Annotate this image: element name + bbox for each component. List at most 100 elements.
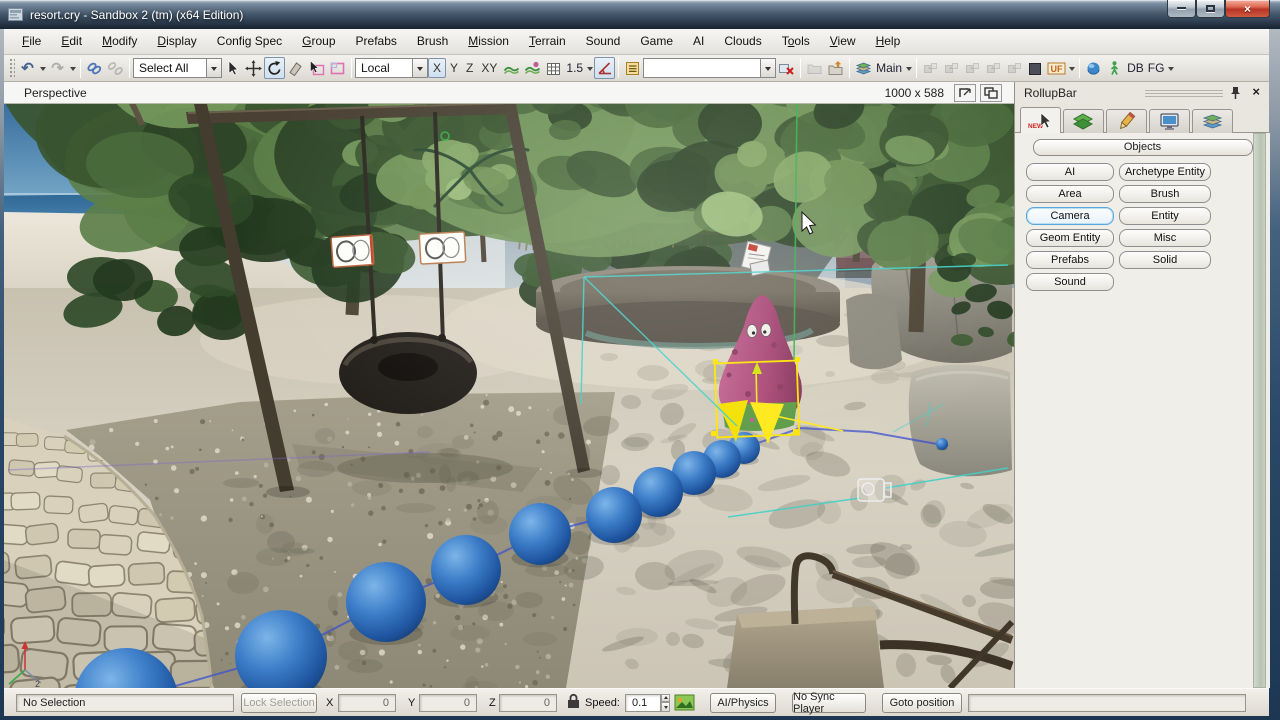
redo-icon[interactable]: ↷ [47, 57, 68, 79]
snap-angle-icon[interactable] [594, 57, 616, 79]
menu-tools[interactable]: Tools [772, 29, 820, 54]
delete-selection-icon[interactable] [776, 57, 797, 79]
tab-display[interactable] [1149, 109, 1190, 133]
menu-config-spec[interactable]: Config Spec [207, 29, 292, 54]
rollup-close-icon[interactable]: × [1252, 85, 1260, 99]
layer-name[interactable]: Main [874, 58, 913, 78]
fg-label[interactable]: FG [1146, 58, 1176, 78]
title-bar[interactable]: resort.cry - Sandbox 2 (tm) (x64 Edition… [0, 0, 1280, 29]
close-button[interactable]: × [1225, 0, 1270, 18]
uf-icon[interactable]: UF [1046, 57, 1067, 79]
viewport-popout-icon[interactable] [954, 84, 976, 102]
ai-person-icon[interactable] [1104, 57, 1125, 79]
group-ungroup-icon[interactable] [1004, 57, 1025, 79]
object-type-geom-entity[interactable]: Geom Entity [1026, 229, 1114, 247]
selection-set-combo[interactable] [643, 58, 777, 78]
rollup-scrollbar[interactable] [1253, 133, 1266, 688]
ai-physics-button[interactable]: AI/Physics [710, 693, 776, 713]
menu-sound[interactable]: Sound [576, 29, 631, 54]
lock-axis-icon[interactable] [566, 692, 581, 714]
object-type-solid[interactable]: Solid [1119, 251, 1211, 269]
grid-size-value[interactable]: 1.5 [564, 58, 594, 78]
group-attach-icon[interactable] [920, 57, 941, 79]
viewport-scene[interactable]: 2y [4, 104, 1014, 688]
object-type-sound[interactable]: Sound [1026, 273, 1114, 291]
axis-xy-button[interactable]: XY [477, 58, 501, 78]
physics-icon[interactable] [1083, 57, 1104, 79]
object-type-brush[interactable]: Brush [1119, 185, 1211, 203]
link-icon[interactable] [84, 57, 105, 79]
area-select-icon[interactable] [327, 57, 348, 79]
object-type-ai[interactable]: AI [1026, 163, 1114, 181]
group-close-icon[interactable] [983, 57, 1004, 79]
tab-terrain[interactable] [1063, 109, 1104, 133]
db-label[interactable]: DB [1125, 61, 1146, 75]
menu-terrain[interactable]: Terrain [519, 29, 576, 54]
menu-mission[interactable]: Mission [458, 29, 519, 54]
toolbar-separator [916, 58, 918, 78]
menu-file[interactable]: File [12, 29, 51, 54]
terrain-collision-icon[interactable] [674, 693, 695, 715]
menu-display[interactable]: Display [147, 29, 206, 54]
named-selection-icon[interactable] [622, 57, 643, 79]
rollup-header[interactable]: RollupBar × [1015, 82, 1269, 105]
object-type-entity[interactable]: Entity [1119, 207, 1211, 225]
z-value-field[interactable]: 0 [499, 694, 557, 712]
coords-combo-dropdown[interactable] [413, 58, 428, 78]
menu-brush[interactable]: Brush [407, 29, 458, 54]
unlink-icon[interactable] [105, 57, 126, 79]
menu-group[interactable]: Group [292, 29, 345, 54]
object-type-prefabs[interactable]: Prefabs [1026, 251, 1114, 269]
rotate-icon[interactable] [264, 57, 285, 79]
menu-modify[interactable]: Modify [92, 29, 147, 54]
export-layer-icon[interactable] [825, 57, 846, 79]
group-open-icon[interactable] [962, 57, 983, 79]
goto-position-button[interactable]: Goto position [882, 693, 962, 713]
move-icon[interactable] [243, 57, 264, 79]
open-layer-icon[interactable] [804, 57, 825, 79]
object-type-camera[interactable]: Camera [1026, 207, 1114, 225]
pin-icon[interactable] [1230, 86, 1241, 105]
minimize-button[interactable] [1167, 0, 1196, 18]
menu-help[interactable]: Help [866, 29, 911, 54]
y-value-field[interactable]: 0 [419, 694, 477, 712]
undo-icon[interactable]: ↶ [17, 57, 38, 79]
tab-layers[interactable] [1192, 109, 1233, 133]
material-icon[interactable] [1025, 57, 1046, 79]
maximize-button[interactable] [1196, 0, 1225, 18]
menu-prefabs[interactable]: Prefabs [346, 29, 407, 54]
selection-set-combo-dropdown[interactable] [761, 58, 777, 78]
tab-objects[interactable]: NEW [1020, 107, 1061, 133]
menu-ai[interactable]: AI [683, 29, 714, 54]
speed-input[interactable]: 0.1 [625, 694, 661, 712]
layers-icon[interactable] [853, 57, 874, 79]
snap-grid-icon[interactable] [543, 57, 564, 79]
axis-x-button[interactable]: X [428, 58, 447, 78]
axis-y-button[interactable]: Y [446, 58, 462, 78]
viewport-layout-icon[interactable] [980, 84, 1002, 102]
coords-combo[interactable]: Local [355, 58, 428, 78]
snap-terrain-icon[interactable] [522, 57, 543, 79]
menu-game[interactable]: Game [630, 29, 683, 54]
menu-view[interactable]: View [820, 29, 866, 54]
camera-helper-icon[interactable] [857, 478, 892, 502]
lock-selection-button[interactable]: Lock Selection [241, 693, 317, 713]
object-type-area[interactable]: Area [1026, 185, 1114, 203]
axis-z-button[interactable]: Z [462, 58, 477, 78]
scale-icon[interactable] [285, 57, 306, 79]
group-detach-icon[interactable] [941, 57, 962, 79]
menu-clouds[interactable]: Clouds [714, 29, 771, 54]
tab-modelling[interactable] [1106, 109, 1147, 133]
select-object-icon[interactable] [306, 57, 327, 79]
objects-section-header[interactable]: Objects [1032, 139, 1253, 156]
x-value-field[interactable]: 0 [338, 694, 396, 712]
select-icon[interactable] [222, 57, 243, 79]
select-mode-combo[interactable]: Select All [133, 58, 222, 78]
follow-terrain-icon[interactable] [501, 57, 522, 79]
object-type-archetype-entity[interactable]: Archetype Entity [1119, 163, 1211, 181]
no-sync-player-button[interactable]: No Sync Player [792, 691, 866, 715]
speed-spinner[interactable] [661, 694, 670, 712]
select-mode-combo-dropdown[interactable] [207, 58, 222, 78]
object-type-misc[interactable]: Misc [1119, 229, 1211, 247]
menu-edit[interactable]: Edit [51, 29, 92, 54]
